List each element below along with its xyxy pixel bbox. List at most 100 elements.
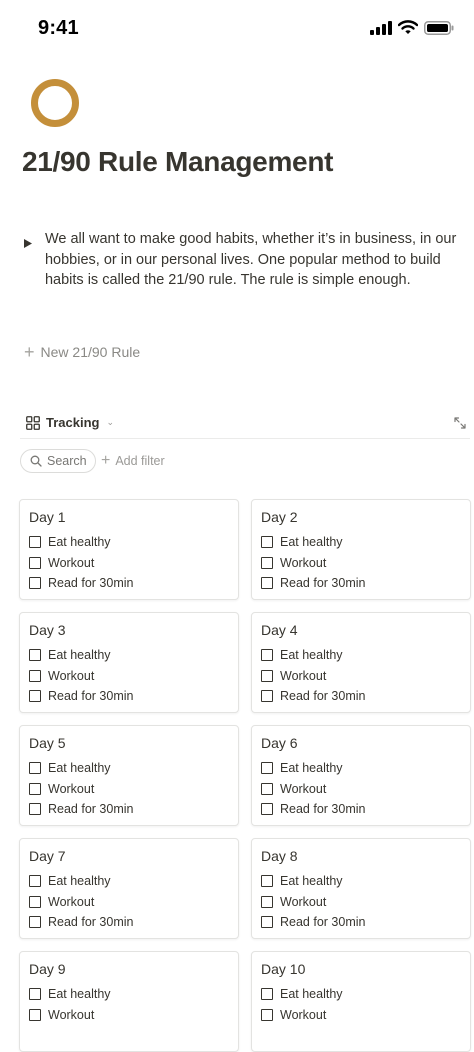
todo-label: Eat healthy: [280, 761, 343, 776]
todo-label: Eat healthy: [48, 535, 111, 550]
checkbox[interactable]: [261, 669, 273, 682]
todo-item: Workout: [261, 1004, 462, 1024]
checkbox[interactable]: [261, 556, 273, 569]
todo-item: Eat healthy: [29, 871, 230, 891]
checkbox[interactable]: [261, 782, 273, 795]
todo-item: Read for 30min: [261, 912, 462, 932]
search-button[interactable]: Search: [20, 449, 96, 473]
todo-label: Read for 30min: [280, 914, 366, 929]
todo-label: Workout: [280, 555, 327, 570]
todo-label: Eat healthy: [48, 987, 111, 1002]
checkbox[interactable]: [29, 689, 41, 702]
status-icons: [370, 20, 454, 35]
battery-icon: [424, 20, 454, 35]
todo-label: Read for 30min: [48, 688, 134, 703]
gallery-card[interactable]: Day 8 Eat healthy Workout Read for 30min: [251, 838, 471, 939]
database-view-bar: Tracking ⌄: [20, 410, 470, 439]
cellular-signal-icon: [370, 20, 392, 35]
card-title: Day 8: [261, 848, 298, 864]
checkbox[interactable]: [261, 576, 273, 589]
checkbox[interactable]: [29, 895, 41, 908]
todo-item: Workout: [29, 778, 230, 798]
search-label: Search: [47, 454, 87, 468]
todo-item: Workout: [261, 665, 462, 685]
todo-label: Workout: [48, 668, 95, 683]
todo-label: Workout: [48, 781, 95, 796]
todo-label: Read for 30min: [280, 688, 366, 703]
todo-item: Eat healthy: [261, 758, 462, 778]
checkbox[interactable]: [29, 802, 41, 815]
checkbox[interactable]: [261, 988, 273, 1001]
todo-item: Read for 30min: [29, 686, 230, 706]
checkbox[interactable]: [261, 649, 273, 662]
circle-ring-icon: [31, 79, 79, 127]
todo-item: Read for 30min: [29, 799, 230, 819]
todo-item: Workout: [29, 665, 230, 685]
checkbox[interactable]: [29, 915, 41, 928]
add-filter-label: Add filter: [115, 454, 165, 468]
gallery-card[interactable]: Day 6 Eat healthy Workout Read for 30min: [251, 725, 471, 826]
todo-label: Workout: [280, 781, 327, 796]
checkbox[interactable]: [29, 782, 41, 795]
todo-item: Eat healthy: [261, 532, 462, 552]
page-icon[interactable]: [30, 78, 80, 128]
todo-label: Workout: [48, 894, 95, 909]
checkbox[interactable]: [29, 1008, 41, 1021]
checkbox[interactable]: [261, 915, 273, 928]
checkbox[interactable]: [29, 988, 41, 1001]
status-time: 9:41: [38, 17, 79, 39]
checkbox[interactable]: [261, 895, 273, 908]
plus-icon: +: [24, 342, 35, 362]
checkbox[interactable]: [29, 875, 41, 888]
plus-icon: +: [101, 452, 111, 469]
view-tab-label: Tracking: [46, 415, 100, 430]
add-filter-button[interactable]: + Add filter: [101, 452, 165, 469]
todo-label: Workout: [48, 1007, 95, 1022]
checkbox[interactable]: [261, 1008, 273, 1021]
checkbox[interactable]: [261, 536, 273, 549]
todo-item: Workout: [261, 778, 462, 798]
checkbox[interactable]: [261, 802, 273, 815]
todo-label: Read for 30min: [280, 575, 366, 590]
checkbox[interactable]: [29, 669, 41, 682]
gallery-card[interactable]: Day 10 Eat healthy Workout: [251, 951, 471, 1052]
new-rule-button[interactable]: + New 21/90 Rule: [24, 342, 140, 362]
gallery-card[interactable]: Day 1 Eat healthy Workout Read for 30min: [19, 499, 239, 600]
todo-item: Eat healthy: [29, 984, 230, 1004]
toggle-arrow-icon[interactable]: [24, 229, 36, 291]
todo-item: Eat healthy: [29, 532, 230, 552]
todo-item: Eat healthy: [261, 871, 462, 891]
gallery-card[interactable]: Day 2 Eat healthy Workout Read for 30min: [251, 499, 471, 600]
checkbox[interactable]: [29, 576, 41, 589]
view-tab-tracking[interactable]: Tracking ⌄: [26, 415, 114, 430]
gallery-card[interactable]: Day 4 Eat healthy Workout Read for 30min: [251, 612, 471, 713]
todo-label: Workout: [280, 1007, 327, 1022]
todo-label: Read for 30min: [48, 575, 134, 590]
todo-label: Eat healthy: [280, 648, 343, 663]
todo-item: Read for 30min: [29, 912, 230, 932]
card-title: Day 5: [29, 735, 66, 751]
checkbox[interactable]: [29, 536, 41, 549]
wifi-icon: [398, 20, 418, 34]
todo-item: Read for 30min: [261, 799, 462, 819]
checkbox[interactable]: [29, 649, 41, 662]
checkbox[interactable]: [261, 762, 273, 775]
gallery-card[interactable]: Day 9 Eat healthy Workout: [19, 951, 239, 1052]
todo-item: Eat healthy: [261, 984, 462, 1004]
gallery-card[interactable]: Day 7 Eat healthy Workout Read for 30min: [19, 838, 239, 939]
checkbox[interactable]: [29, 556, 41, 569]
card-title: Day 6: [261, 735, 298, 751]
checkbox[interactable]: [261, 875, 273, 888]
todo-label: Read for 30min: [48, 914, 134, 929]
todo-label: Read for 30min: [280, 801, 366, 816]
card-title: Day 3: [29, 622, 66, 638]
expand-icon[interactable]: [454, 416, 466, 434]
card-title: Day 1: [29, 509, 66, 525]
status-bar: 9:41: [0, 0, 474, 58]
checkbox[interactable]: [261, 689, 273, 702]
gallery-grid: Day 1 Eat healthy Workout Read for 30min Day…: [19, 499, 471, 1052]
gallery-card[interactable]: Day 5 Eat healthy Workout Read for 30min: [19, 725, 239, 826]
todo-item: Eat healthy: [29, 758, 230, 778]
gallery-card[interactable]: Day 3 Eat healthy Workout Read for 30min: [19, 612, 239, 713]
checkbox[interactable]: [29, 762, 41, 775]
